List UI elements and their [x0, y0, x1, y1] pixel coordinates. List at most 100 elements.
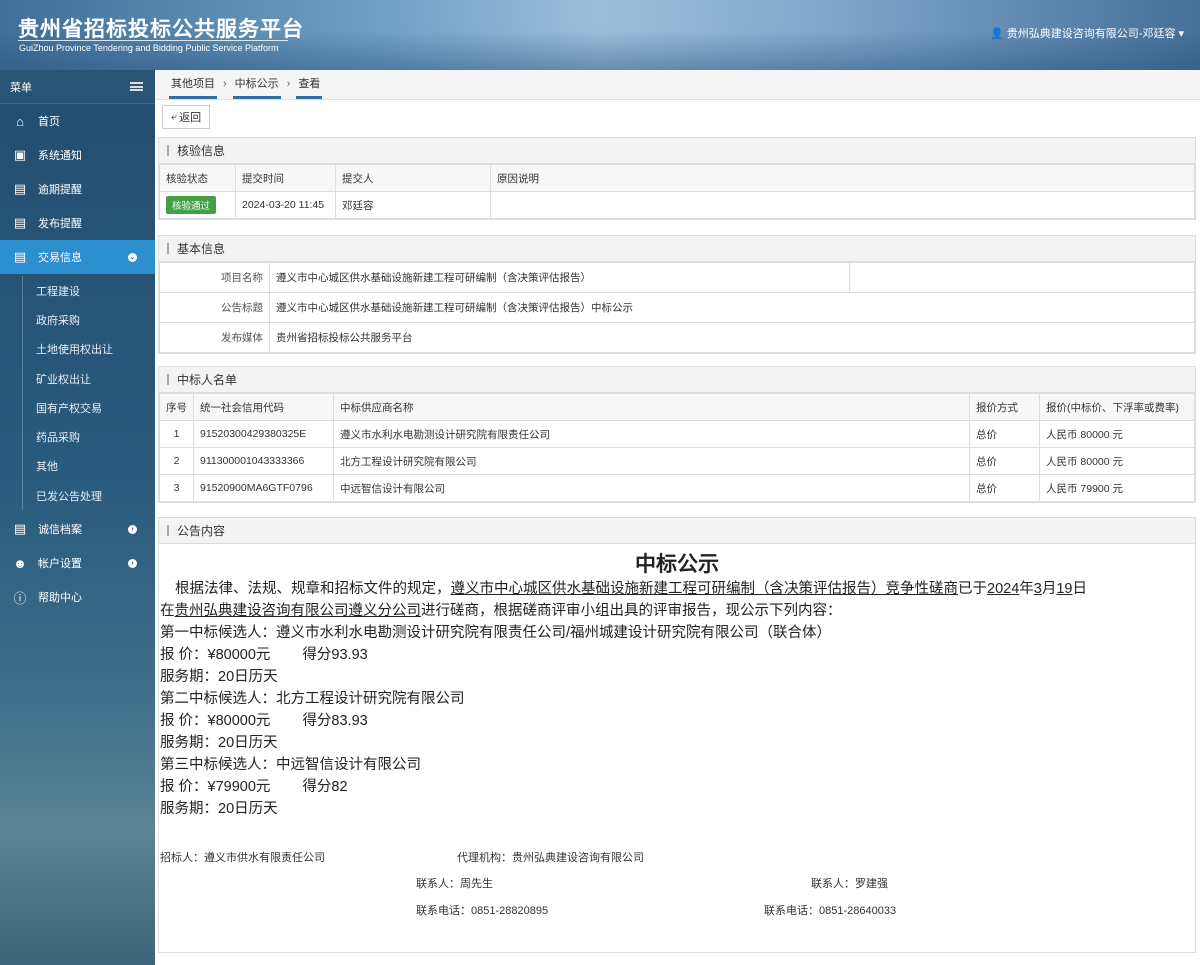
- nav-account-settings[interactable]: ☻ 帐户设置 ›: [0, 546, 155, 580]
- row-supplier: 遵义市水利水电勘测设计研究院有限责任公司: [333, 420, 970, 448]
- col-time: 提交时间: [235, 164, 336, 192]
- nav-label: 帐户设置: [38, 558, 82, 571]
- col-reason: 原因说明: [490, 164, 1195, 192]
- media-value: 贵州省招标投标公共服务平台: [269, 322, 1195, 353]
- row-no: 3: [159, 474, 194, 502]
- chevron-down-icon: ⌄: [128, 252, 137, 262]
- breadcrumb: 其他项目 › 中标公示 › 查看: [155, 70, 1200, 100]
- sub-item-drug-procurement[interactable]: 药品采购: [0, 422, 155, 453]
- text-span: 月: [1041, 581, 1057, 597]
- basic-info-title: 基本信息: [159, 236, 1195, 262]
- row-no: 1: [159, 420, 194, 448]
- user-icon: 👤: [990, 27, 1004, 40]
- row-price: 人民币 79900 元: [1039, 474, 1195, 502]
- table-row: 核验通过 2024-03-20 11:45 邓廷容: [159, 191, 1195, 219]
- empty-cell: [849, 262, 1195, 293]
- trade-submenu: 工程建设 政府采购 土地使用权出让 矿业权出让 国有产权交易 药品采购 其他 已…: [0, 274, 155, 512]
- sub-item-land-transfer[interactable]: 土地使用权出让: [0, 334, 155, 365]
- time-cell: 2024-03-20 11:45: [235, 191, 336, 219]
- notice-heading: 中标公示: [635, 553, 719, 576]
- col-price: 报价(中标价、下浮率或费率): [1039, 393, 1195, 421]
- row-price: 人民币 80000 元: [1039, 447, 1195, 475]
- nav-home[interactable]: ⌂ 首页: [0, 104, 155, 138]
- monitor-icon: ▣: [13, 147, 27, 162]
- notice-paragraph-1: 根据法律、法规、规章和招标文件的规定，遵义市中心城区供水基础设施新建工程可研编制…: [160, 578, 1195, 600]
- back-button[interactable]: ⤶ 返回: [162, 105, 211, 129]
- notice-section-title: 公告内容: [159, 518, 1195, 544]
- agency-phone: 联系电话：0851-28640033: [764, 905, 897, 917]
- candidate-1-price-row: 报 价：¥80000元 得分93.93: [160, 644, 1195, 666]
- sub-item-published-notices[interactable]: 已发公告处理: [0, 481, 155, 511]
- candidate-1: 第一中标候选人：遵义市水利水电勘测设计研究院有限责任公司/福州城建设计研究院有限…: [160, 625, 832, 641]
- text-span: 已于: [958, 581, 987, 597]
- basic-info-table: 项目名称 遵义市中心城区供水基础设施新建工程可研编制（含决策评估报告） 公告标题…: [159, 262, 1195, 353]
- tenderer: 招标人：遵义市供水有限责任公司: [160, 852, 325, 864]
- text-span: 在: [160, 603, 175, 619]
- title-divider: [18, 40, 288, 41]
- date-month: 3: [1033, 581, 1042, 597]
- breadcrumb-award-notice[interactable]: 中标公示: [232, 69, 281, 99]
- menu-label: 菜单: [10, 81, 32, 94]
- project-name-value: 遵义市中心城区供水基础设施新建工程可研编制（含决策评估报告）: [269, 262, 850, 293]
- sub-item-gov-procurement[interactable]: 政府采购: [0, 305, 155, 335]
- media-label: 发布媒体: [159, 322, 270, 353]
- breadcrumb-view[interactable]: 查看: [296, 69, 323, 99]
- status-cell: 核验通过: [159, 191, 236, 219]
- hamburger-icon[interactable]: [130, 82, 143, 91]
- user-menu[interactable]: 👤 贵州弘典建设咨询有限公司-邓廷容 ▾: [990, 25, 1184, 41]
- nav-overdue-reminder[interactable]: ▤ 逾期提醒: [0, 172, 155, 206]
- nav-system-notice[interactable]: ▣ 系统通知: [0, 138, 155, 172]
- nav-trade-info[interactable]: ▤ 交易信息 ⌄: [0, 240, 155, 274]
- verify-table: 核验状态 提交时间 提交人 原因说明 核验通过 2024-03-20 11:45…: [159, 164, 1195, 219]
- candidate-price: 报 价：¥79900元: [160, 779, 271, 795]
- table-row: 3 91520900MA6GTF0796 中远智信设计有限公司 总价 人民币 7…: [159, 474, 1195, 502]
- site-subtitle: GuiZhou Province Tendering and Bidding P…: [19, 43, 279, 53]
- col-supplier: 中标供应商名称: [333, 393, 970, 421]
- row-mode: 总价: [969, 474, 1040, 502]
- row-price: 人民币 80000 元: [1039, 420, 1195, 448]
- submitter-cell: 邓廷容: [335, 191, 491, 219]
- nav-label: 系统通知: [38, 150, 82, 162]
- table-row: 公告标题 遵义市中心城区供水基础设施新建工程可研编制（含决策评估报告）中标公示: [159, 292, 1195, 323]
- verify-panel-title: 核验信息: [159, 138, 1195, 164]
- col-status: 核验状态: [159, 164, 236, 192]
- list-icon: ▤: [13, 181, 27, 196]
- basic-info-panel: 基本信息 项目名称 遵义市中心城区供水基础设施新建工程可研编制（含决策评估报告）…: [158, 235, 1196, 354]
- date-day: 19: [1056, 581, 1073, 597]
- sub-item-mining-rights[interactable]: 矿业权出让: [0, 363, 155, 394]
- sub-item-state-assets[interactable]: 国有产权交易: [0, 393, 155, 423]
- list-icon: ▤: [13, 249, 27, 264]
- table-row: 2 911300001043333366 北方工程设计研究院有限公司 总价 人民…: [159, 447, 1195, 475]
- agency: 代理机构：贵州弘典建设咨询有限公司: [457, 852, 644, 864]
- candidate-3-price-row: 报 价：¥79900元 得分82: [160, 776, 1195, 798]
- chevron-right-icon: ›: [128, 558, 137, 568]
- col-submitter: 提交人: [335, 164, 491, 192]
- row-mode: 总价: [969, 447, 1040, 475]
- breadcrumb-other-projects[interactable]: 其他项目: [169, 69, 217, 99]
- reason-cell: [490, 191, 1195, 219]
- nav-help-center[interactable]: ⓘ 帮助中心: [0, 580, 155, 614]
- candidate-2: 第二中标候选人：北方工程设计研究院有限公司: [160, 691, 465, 707]
- site-title[interactable]: 贵州省招标投标公共服务平台: [18, 13, 304, 43]
- row-no: 2: [159, 447, 194, 475]
- tenderer-contact: 联系人：周先生: [416, 878, 493, 890]
- notice-title-value: 遵义市中心城区供水基础设施新建工程可研编制（含决策评估报告）中标公示: [269, 292, 1195, 323]
- nav-label: 逾期提醒: [38, 184, 82, 196]
- sub-item-engineering[interactable]: 工程建设: [0, 276, 155, 306]
- row-supplier: 中远智信设计有限公司: [333, 474, 970, 502]
- winners-table: 序号 统一社会信用代码 中标供应商名称 报价方式 报价(中标价、下浮率或费率) …: [159, 393, 1195, 502]
- winners-panel: 中标人名单 序号 统一社会信用代码 中标供应商名称 报价方式 报价(中标价、下浮…: [158, 366, 1196, 503]
- nav-credit-archive[interactable]: ▤ 诚信档案 ›: [0, 512, 155, 546]
- table-row: 1 91520300429380325E 遵义市水利水电勘测设计研究院有限责任公…: [159, 420, 1195, 448]
- notice-paragraph-2: 在贵州弘典建设咨询有限公司遵义分公司进行磋商，根据磋商评审小组出具的评审报告，现…: [160, 600, 1195, 622]
- col-credit-code: 统一社会信用代码: [193, 393, 334, 421]
- user-name: 贵州弘典建设咨询有限公司-邓廷容: [1006, 28, 1176, 40]
- nav-publish-reminder[interactable]: ▤ 发布提醒: [0, 206, 155, 240]
- sidebar-header: 菜单: [0, 70, 155, 104]
- candidate-1-period: 服务期：20日历天: [160, 669, 278, 685]
- candidate-2-price-row: 报 价：¥80000元 得分83.93: [160, 710, 1195, 732]
- sub-item-other[interactable]: 其他: [0, 451, 155, 482]
- user-icon: ☻: [13, 555, 27, 571]
- caret-down-icon: ▾: [1178, 27, 1184, 40]
- row-mode: 总价: [969, 420, 1040, 448]
